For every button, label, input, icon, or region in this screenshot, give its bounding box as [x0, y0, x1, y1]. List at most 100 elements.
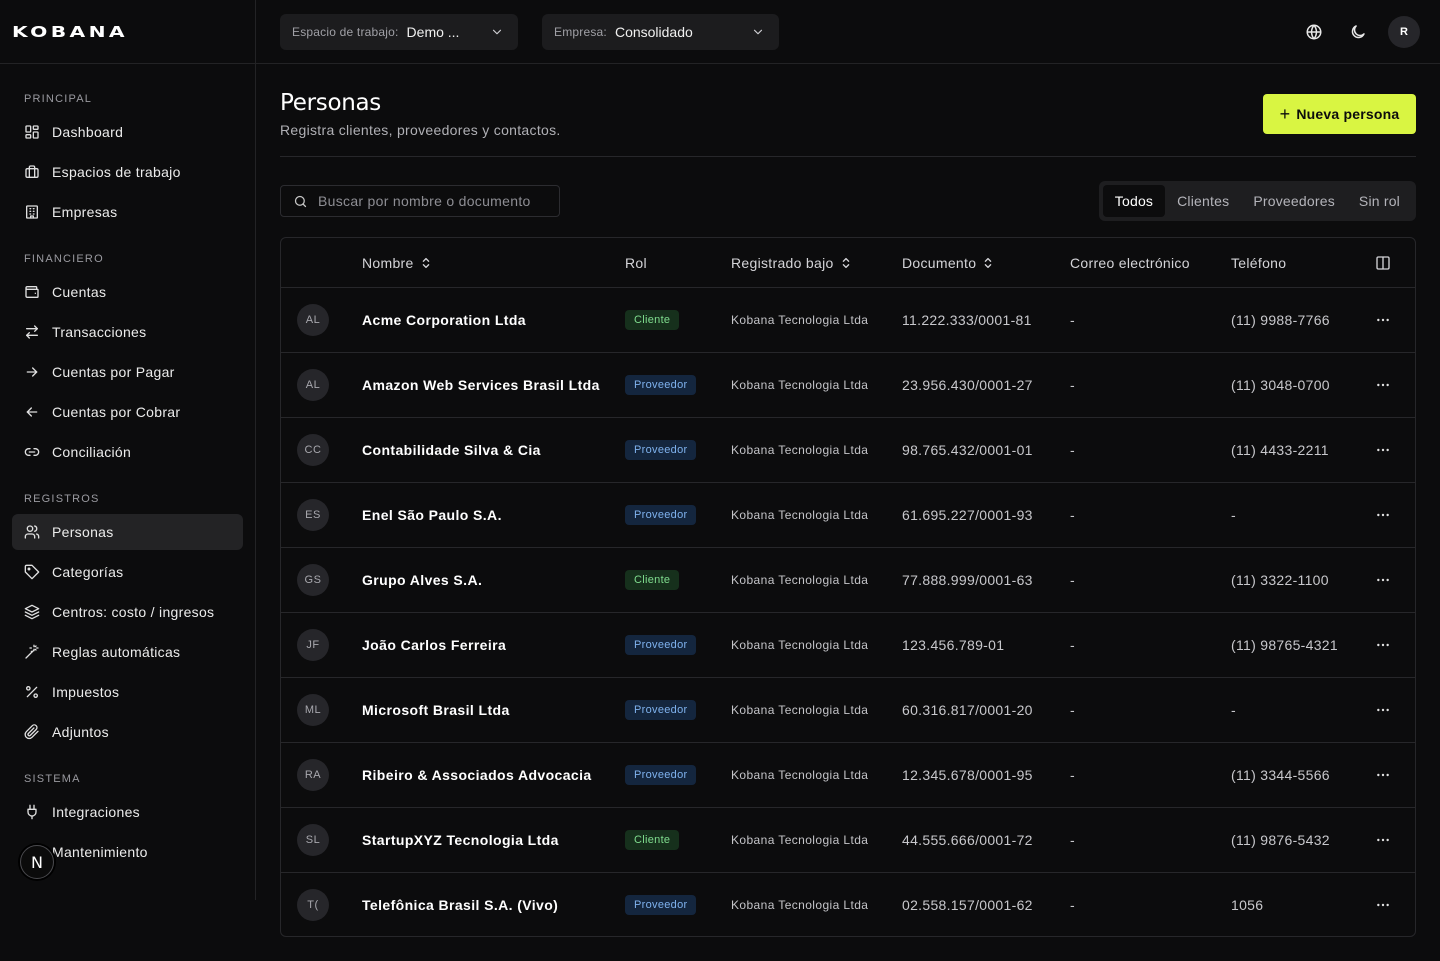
workspace-select-value: Demo ... [406, 24, 460, 40]
plus-icon: + [1279, 103, 1291, 124]
nav-section-principal: PRINCIPAL Dashboard Espacios de trabajo Emp… [12, 88, 243, 230]
more-actions-icon[interactable] [1373, 570, 1393, 590]
moon-icon[interactable] [1342, 16, 1374, 48]
more-actions-icon[interactable] [1373, 375, 1393, 395]
person-name[interactable]: João Carlos Ferreira [362, 637, 506, 653]
more-actions-icon[interactable] [1373, 765, 1393, 785]
person-name[interactable]: Microsoft Brasil Ltda [362, 702, 510, 718]
avatar: RA [297, 759, 329, 791]
more-actions-icon[interactable] [1373, 700, 1393, 720]
search-icon [294, 195, 307, 207]
sidebar-item-espacios-de-trabajo[interactable]: Espacios de trabajo [12, 154, 243, 190]
role-badge: Cliente [625, 310, 680, 330]
tab-proveedores[interactable]: Proveedores [1241, 185, 1347, 217]
person-name[interactable]: Enel São Paulo S.A. [362, 507, 502, 523]
tab-clientes[interactable]: Clientes [1165, 185, 1241, 217]
sidebar-item-reglas-automaticas[interactable]: Reglas automáticas [12, 634, 243, 670]
page-title: Personas [280, 90, 381, 116]
workspace-select-label: Espacio de trabajo: [292, 25, 399, 39]
column-header-telefono: Teléfono [1231, 238, 1286, 288]
person-name[interactable]: Amazon Web Services Brasil Ltda [362, 377, 600, 393]
table-row[interactable]: ES Enel São Paulo S.A. Proveedor Kobana Tec… [281, 483, 1415, 548]
sidebar-item-adjuntos[interactable]: Adjuntos [12, 714, 243, 750]
role-badge: Proveedor [625, 375, 697, 395]
sidebar-item-dashboard[interactable]: Dashboard [12, 114, 243, 150]
more-actions-icon[interactable] [1373, 895, 1393, 915]
more-actions-icon[interactable] [1373, 440, 1393, 460]
tab-todos[interactable]: Todos [1102, 185, 1166, 217]
role-cell: Proveedor [625, 353, 697, 417]
table-row[interactable]: ML Microsoft Brasil Ltda Proveedor Kobana T… [281, 678, 1415, 743]
column-header-documento[interactable]: Documento [902, 238, 994, 288]
table-row[interactable]: AL Acme Corporation Ltda Cliente Kobana Tec… [281, 288, 1415, 353]
email-cell: - [1070, 897, 1075, 913]
sidebar-item-impuestos[interactable]: Impuestos [12, 674, 243, 710]
globe-icon[interactable] [1298, 16, 1330, 48]
sidebar-item-label: Conciliación [52, 444, 132, 460]
new-person-button-label: Nueva persona [1296, 106, 1400, 122]
column-header-registrado-bajo[interactable]: Registrado bajo [731, 238, 852, 288]
sidebar-item-label: Integraciones [52, 804, 140, 820]
sidebar-item-integraciones[interactable]: Integraciones [12, 794, 243, 830]
role-badge: Proveedor [625, 440, 697, 460]
sidebar-item-label: Cuentas por Pagar [52, 364, 175, 380]
registered-under-cell: Kobana Tecnologia Ltda [731, 678, 868, 742]
sidebar-item-label: Espacios de trabajo [52, 164, 181, 180]
nav-section-financiero: FINANCIERO Cuentas Transacciones Cuentas po… [12, 248, 243, 470]
sidebar-item-conciliacion[interactable]: Conciliación [12, 434, 243, 470]
wand-icon [24, 644, 40, 660]
company-select[interactable]: Empresa: Consolidado [542, 14, 779, 50]
kobana-logo[interactable]: KOBANA [12, 23, 128, 41]
person-name[interactable]: Ribeiro & Associados Advocacia [362, 767, 592, 783]
column-label: Teléfono [1231, 255, 1287, 271]
sidebar-item-categorias[interactable]: Categorías [12, 554, 243, 590]
more-actions-icon[interactable] [1373, 310, 1393, 330]
registered-under: Kobana Tecnologia Ltda [731, 703, 869, 717]
person-name[interactable]: StartupXYZ Tecnologia Ltda [362, 832, 559, 848]
floating-n-badge[interactable]: N [20, 845, 54, 879]
table-row[interactable]: CC Contabilidade Silva & Cia Proveedor Koba… [281, 418, 1415, 483]
person-name-cell: StartupXYZ Tecnologia Ltda [362, 808, 559, 872]
role-cell: Proveedor [625, 483, 697, 547]
registered-under: Kobana Tecnologia Ltda [731, 898, 869, 912]
table-row[interactable]: RA Ribeiro & Associados Advocacia Proveedo… [281, 743, 1415, 808]
search-input[interactable] [318, 193, 548, 209]
table-row[interactable]: T(Telefônica Brasil S.A. (Vivo) Proveedor… [281, 873, 1415, 936]
sidebar-item-cuentas[interactable]: Cuentas [12, 274, 243, 310]
more-actions-icon[interactable] [1373, 505, 1393, 525]
sidebar-item-cuentas-por-cobrar[interactable]: Cuentas por Cobrar [12, 394, 243, 430]
document-cell: 11.222.333/0001-81 [902, 312, 1032, 328]
table-row[interactable]: JF João Carlos Ferreira Proveedor Kobana Te… [281, 613, 1415, 678]
more-actions-icon[interactable] [1373, 635, 1393, 655]
wallet-icon [24, 284, 40, 300]
page-subtitle: Registra clientes, proveedores y contact… [280, 122, 561, 138]
person-name-cell: Enel São Paulo S.A. [362, 483, 502, 547]
more-actions-icon[interactable] [1373, 830, 1393, 850]
person-name[interactable]: Telefônica Brasil S.A. (Vivo) [362, 897, 558, 913]
person-name-cell: Amazon Web Services Brasil Ltda [362, 353, 600, 417]
person-name-cell: Ribeiro & Associados Advocacia [362, 743, 592, 807]
column-header-nombre[interactable]: Nombre [362, 238, 432, 288]
table-row[interactable]: GS Grupo Alves S.A. Cliente Kobana Tecnolog… [281, 548, 1415, 613]
table-row[interactable]: AL Amazon Web Services Brasil Ltda Proveed… [281, 353, 1415, 418]
role-cell: Cliente [625, 548, 680, 612]
sidebar-item-empresas[interactable]: Empresas [12, 194, 243, 230]
chevron-down-icon [492, 29, 502, 35]
workspace-select[interactable]: Espacio de trabajo: Demo ... [280, 14, 518, 50]
avatar: AL [297, 304, 329, 336]
sidebar-item-cuentas-por-pagar[interactable]: Cuentas por Pagar [12, 354, 243, 390]
columns-toggle-icon[interactable] [1375, 238, 1391, 288]
paperclip-icon [24, 724, 40, 740]
person-name[interactable]: Grupo Alves S.A. [362, 572, 482, 588]
tab-sin-rol[interactable]: Sin rol [1347, 185, 1412, 217]
person-name[interactable]: Acme Corporation Ltda [362, 312, 526, 328]
new-person-button[interactable]: + Nueva persona [1263, 94, 1416, 134]
sidebar-item-transacciones[interactable]: Transacciones [12, 314, 243, 350]
sidebar-item-centros-costo-ingresos[interactable]: Centros: costo / ingresos [12, 594, 243, 630]
person-name[interactable]: Contabilidade Silva & Cia [362, 442, 541, 458]
table-row[interactable]: SL StartupXYZ Tecnologia Ltda Cliente Koban… [281, 808, 1415, 873]
user-avatar[interactable]: R [1388, 16, 1420, 48]
role-cell: Proveedor [625, 613, 697, 677]
sidebar-item-personas[interactable]: Personas [12, 514, 243, 550]
role-badge: Proveedor [625, 505, 697, 525]
